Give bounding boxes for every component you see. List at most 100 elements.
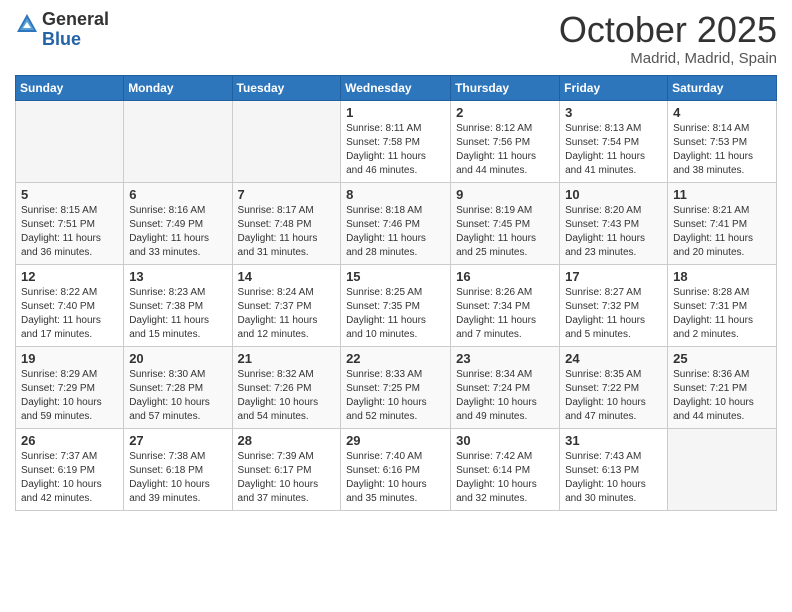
table-row: 30 Sunrise: 7:42 AMSunset: 6:14 PMDayligh… <box>451 428 560 510</box>
day-info: Sunrise: 7:40 AMSunset: 6:16 PMDaylight:… <box>346 450 445 506</box>
day-info: Sunrise: 8:18 AMSunset: 7:46 PMDaylight:… <box>346 204 445 260</box>
day-info: Sunrise: 8:27 AMSunset: 7:32 PMDaylight:… <box>565 286 662 342</box>
calendar-week-row: 26Sunrise: 7:37 AMSunset: 6:19 PMDayligh… <box>16 428 777 510</box>
day-number: 29 <box>346 433 445 448</box>
table-row: 7 Sunrise: 8:17 AMSunset: 7:48 PMDaylight… <box>232 182 341 264</box>
day-info: Sunrise: 7:38 AMSunset: 6:18 PMDaylight:… <box>129 450 226 506</box>
table-row: 12 Sunrise: 8:22 AMSunset: 7:40 PMDayligh… <box>16 264 124 346</box>
table-row: 28 Sunrise: 7:39 AMSunset: 6:17 PMDayligh… <box>232 428 341 510</box>
calendar-week-row: 1 Sunrise: 8:11 AMSunset: 7:58 PMDaylight… <box>16 100 777 182</box>
calendar-week-row: 19 Sunrise: 8:29 AMSunset: 7:29 PMDayligh… <box>16 346 777 428</box>
col-monday: Monday <box>124 75 232 100</box>
table-row <box>124 100 232 182</box>
day-number: 26 <box>21 433 118 448</box>
table-row <box>232 100 341 182</box>
table-row: 4 Sunrise: 8:14 AMSunset: 7:53 PMDaylight… <box>668 100 777 182</box>
day-number: 18 <box>673 269 771 284</box>
month-title: October 2025 <box>559 10 777 50</box>
day-info: Sunrise: 7:39 AMSunset: 6:17 PMDaylight:… <box>238 450 336 506</box>
day-number: 15 <box>346 269 445 284</box>
day-info: Sunrise: 8:29 AMSunset: 7:29 PMDaylight:… <box>21 368 118 424</box>
day-info: Sunrise: 8:13 AMSunset: 7:54 PMDaylight:… <box>565 122 662 178</box>
table-row: 15 Sunrise: 8:25 AMSunset: 7:35 PMDayligh… <box>341 264 451 346</box>
table-row: 10 Sunrise: 8:20 AMSunset: 7:43 PMDayligh… <box>560 182 668 264</box>
day-info: Sunrise: 8:33 AMSunset: 7:25 PMDaylight:… <box>346 368 445 424</box>
table-row: 11Sunrise: 8:21 AMSunset: 7:41 PMDayligh… <box>668 182 777 264</box>
table-row: 29 Sunrise: 7:40 AMSunset: 6:16 PMDayligh… <box>341 428 451 510</box>
day-info: Sunrise: 8:19 AMSunset: 7:45 PMDaylight:… <box>456 204 554 260</box>
day-number: 7 <box>238 187 336 202</box>
day-info: Sunrise: 7:42 AMSunset: 6:14 PMDaylight:… <box>456 450 554 506</box>
table-row: 23 Sunrise: 8:34 AMSunset: 7:24 PMDayligh… <box>451 346 560 428</box>
day-number: 22 <box>346 351 445 366</box>
day-info: Sunrise: 8:20 AMSunset: 7:43 PMDaylight:… <box>565 204 662 260</box>
col-thursday: Thursday <box>451 75 560 100</box>
day-number: 4 <box>673 105 771 120</box>
table-row: 21 Sunrise: 8:32 AMSunset: 7:26 PMDayligh… <box>232 346 341 428</box>
col-sunday: Sunday <box>16 75 124 100</box>
calendar: Sunday Monday Tuesday Wednesday Thursday… <box>15 75 777 511</box>
weekday-header-row: Sunday Monday Tuesday Wednesday Thursday… <box>16 75 777 100</box>
title-section: October 2025 Madrid, Madrid, Spain <box>559 10 777 67</box>
logo: General Blue <box>15 10 109 50</box>
table-row: 13 Sunrise: 8:23 AMSunset: 7:38 PMDayligh… <box>124 264 232 346</box>
day-number: 1 <box>346 105 445 120</box>
day-number: 8 <box>346 187 445 202</box>
day-info: Sunrise: 8:16 AMSunset: 7:49 PMDaylight:… <box>129 204 226 260</box>
day-number: 11 <box>673 187 771 202</box>
col-friday: Friday <box>560 75 668 100</box>
day-number: 10 <box>565 187 662 202</box>
day-info: Sunrise: 8:11 AMSunset: 7:58 PMDaylight:… <box>346 122 445 178</box>
day-number: 24 <box>565 351 662 366</box>
day-info: Sunrise: 8:36 AMSunset: 7:21 PMDaylight:… <box>673 368 771 424</box>
table-row: 2 Sunrise: 8:12 AMSunset: 7:56 PMDaylight… <box>451 100 560 182</box>
day-info: Sunrise: 8:32 AMSunset: 7:26 PMDaylight:… <box>238 368 336 424</box>
day-number: 5 <box>21 187 118 202</box>
location: Madrid, Madrid, Spain <box>559 50 777 67</box>
col-saturday: Saturday <box>668 75 777 100</box>
table-row <box>668 428 777 510</box>
day-number: 3 <box>565 105 662 120</box>
table-row: 3 Sunrise: 8:13 AMSunset: 7:54 PMDaylight… <box>560 100 668 182</box>
page: General Blue October 2025 Madrid, Madrid… <box>0 0 792 612</box>
col-tuesday: Tuesday <box>232 75 341 100</box>
day-info: Sunrise: 8:35 AMSunset: 7:22 PMDaylight:… <box>565 368 662 424</box>
logo-general-text: General <box>42 10 109 30</box>
day-info: Sunrise: 8:26 AMSunset: 7:34 PMDaylight:… <box>456 286 554 342</box>
day-number: 23 <box>456 351 554 366</box>
day-number: 28 <box>238 433 336 448</box>
day-info: Sunrise: 8:15 AMSunset: 7:51 PMDaylight:… <box>21 204 118 260</box>
day-number: 9 <box>456 187 554 202</box>
day-number: 12 <box>21 269 118 284</box>
day-number: 27 <box>129 433 226 448</box>
day-number: 14 <box>238 269 336 284</box>
table-row: 19 Sunrise: 8:29 AMSunset: 7:29 PMDayligh… <box>16 346 124 428</box>
table-row: 31Sunrise: 7:43 AMSunset: 6:13 PMDayligh… <box>560 428 668 510</box>
table-row: 25Sunrise: 8:36 AMSunset: 7:21 PMDayligh… <box>668 346 777 428</box>
calendar-week-row: 12 Sunrise: 8:22 AMSunset: 7:40 PMDayligh… <box>16 264 777 346</box>
day-number: 21 <box>238 351 336 366</box>
table-row: 8 Sunrise: 8:18 AMSunset: 7:46 PMDaylight… <box>341 182 451 264</box>
table-row: 18 Sunrise: 8:28 AMSunset: 7:31 PMDayligh… <box>668 264 777 346</box>
day-info: Sunrise: 8:23 AMSunset: 7:38 PMDaylight:… <box>129 286 226 342</box>
table-row: 20Sunrise: 8:30 AMSunset: 7:28 PMDayligh… <box>124 346 232 428</box>
day-info: Sunrise: 8:12 AMSunset: 7:56 PMDaylight:… <box>456 122 554 178</box>
day-number: 20 <box>129 351 226 366</box>
table-row: 27 Sunrise: 7:38 AMSunset: 6:18 PMDayligh… <box>124 428 232 510</box>
day-info: Sunrise: 8:17 AMSunset: 7:48 PMDaylight:… <box>238 204 336 260</box>
day-info: Sunrise: 8:22 AMSunset: 7:40 PMDaylight:… <box>21 286 118 342</box>
table-row: 22 Sunrise: 8:33 AMSunset: 7:25 PMDayligh… <box>341 346 451 428</box>
table-row: 9 Sunrise: 8:19 AMSunset: 7:45 PMDaylight… <box>451 182 560 264</box>
day-number: 30 <box>456 433 554 448</box>
day-info: Sunrise: 8:28 AMSunset: 7:31 PMDaylight:… <box>673 286 771 342</box>
table-row: 26Sunrise: 7:37 AMSunset: 6:19 PMDayligh… <box>16 428 124 510</box>
day-number: 13 <box>129 269 226 284</box>
day-number: 17 <box>565 269 662 284</box>
day-number: 19 <box>21 351 118 366</box>
day-number: 2 <box>456 105 554 120</box>
table-row: 1 Sunrise: 8:11 AMSunset: 7:58 PMDaylight… <box>341 100 451 182</box>
table-row: 14Sunrise: 8:24 AMSunset: 7:37 PMDayligh… <box>232 264 341 346</box>
day-info: Sunrise: 8:14 AMSunset: 7:53 PMDaylight:… <box>673 122 771 178</box>
day-info: Sunrise: 8:25 AMSunset: 7:35 PMDaylight:… <box>346 286 445 342</box>
day-info: Sunrise: 8:34 AMSunset: 7:24 PMDaylight:… <box>456 368 554 424</box>
